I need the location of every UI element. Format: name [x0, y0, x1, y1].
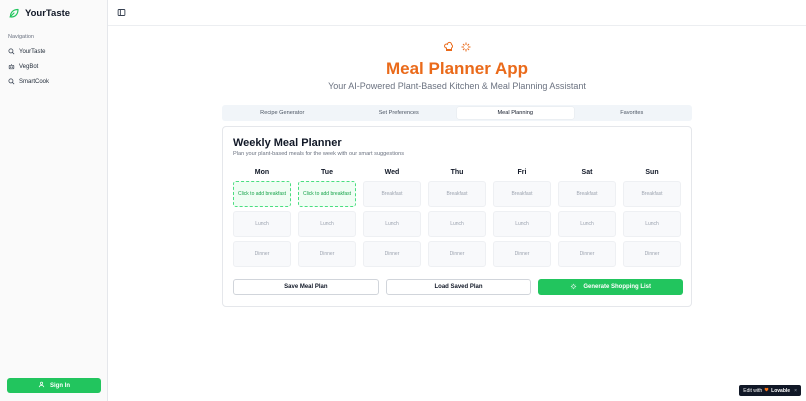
planner-actions: Save Meal Plan Load Saved Plan Generate …: [233, 279, 684, 295]
hero-icons: [108, 40, 806, 58]
meal-slot[interactable]: Breakfast: [428, 181, 486, 207]
heart-icon: [764, 387, 769, 394]
meal-slot[interactable]: Breakfast: [363, 181, 421, 207]
meal-slot[interactable]: Breakfast: [493, 181, 551, 207]
meal-slot[interactable]: Dinner: [363, 241, 421, 267]
tab-favorites[interactable]: Favorites: [574, 107, 691, 119]
meal-slot[interactable]: Dinner: [558, 241, 616, 267]
sidebar-item-label: VegBot: [19, 63, 39, 70]
load-saved-plan-button[interactable]: Load Saved Plan: [385, 279, 532, 295]
meal-slot[interactable]: Dinner: [428, 241, 486, 267]
brand-name: YourTaste: [25, 7, 71, 19]
day-header: Mon: [254, 169, 270, 176]
sidebar-item-label: YourTaste: [19, 48, 46, 55]
meal-slot[interactable]: Dinner: [623, 241, 681, 267]
sparkles-icon: [460, 40, 472, 58]
tab-set-preferences[interactable]: Set Preferences: [341, 107, 458, 119]
nav-list: YourTaste VegBot SmartCook: [0, 44, 107, 89]
tab-recipe-generator[interactable]: Recipe Generator: [224, 107, 341, 119]
day-header: Tue: [321, 169, 333, 176]
meal-slot[interactable]: Lunch: [298, 211, 356, 237]
bot-icon: [8, 63, 15, 70]
meal-slot[interactable]: Breakfast: [558, 181, 616, 207]
generate-label: Generate Shopping List: [583, 284, 652, 290]
meal-slot[interactable]: Click to add breakfast: [298, 181, 356, 207]
search-icon: [8, 48, 15, 55]
badge-brand: Lovable: [771, 387, 791, 394]
meal-slot[interactable]: Breakfast: [623, 181, 681, 207]
meal-slot[interactable]: Dinner: [298, 241, 356, 267]
nav-heading: Navigation: [8, 34, 34, 40]
save-meal-plan-button[interactable]: Save Meal Plan: [233, 279, 379, 295]
sign-in-label: Sign In: [50, 382, 70, 389]
planner-title: Weekly Meal Planner: [233, 137, 342, 149]
page-subtitle: Your AI-Powered Plant-Based Kitchen & Me…: [328, 81, 586, 91]
sidebar-toggle-icon[interactable]: [117, 8, 126, 17]
planner-description: Plan your plant-based meals for the week…: [233, 151, 405, 157]
meal-slot[interactable]: Lunch: [233, 211, 291, 237]
day-header: Sun: [645, 169, 659, 176]
day-header: Thu: [450, 169, 464, 176]
meal-slot[interactable]: Lunch: [493, 211, 551, 237]
meal-planner-card: Weekly Meal Planner Plan your plant-base…: [222, 126, 692, 307]
lovable-badge[interactable]: Edit with Lovable ×: [739, 385, 801, 396]
chef-hat-icon: [443, 40, 455, 58]
meal-slot[interactable]: Lunch: [363, 211, 421, 237]
leaf-icon: [8, 7, 20, 19]
day-header: Sat: [581, 169, 593, 176]
badge-prefix: Edit with: [743, 387, 763, 394]
meal-slot[interactable]: Click to add breakfast: [233, 181, 291, 207]
user-icon: [38, 381, 45, 390]
day-header: Fri: [517, 169, 527, 176]
sidebar-item-label: SmartCook: [19, 78, 50, 85]
sidebar-item-yourtaste[interactable]: YourTaste: [0, 44, 107, 59]
week-grid: Mon Tue Wed Thu Fri Sat Sun Click to add…: [233, 167, 683, 271]
app-root: YourTaste Navigation YourTaste VegBot Sm: [0, 0, 806, 401]
meal-slot[interactable]: Lunch: [623, 211, 681, 237]
main-content: Meal Planner App Your AI-Powered Plant-B…: [108, 0, 806, 401]
meal-slot[interactable]: Dinner: [493, 241, 551, 267]
page-title: Meal Planner App: [385, 59, 528, 78]
sparkles-icon: [570, 283, 577, 292]
meal-slot[interactable]: Lunch: [558, 211, 616, 237]
tab-meal-planning[interactable]: Meal Planning: [457, 107, 574, 119]
sidebar: YourTaste Navigation YourTaste VegBot Sm: [0, 0, 108, 401]
topbar: [108, 0, 806, 26]
sign-in-button[interactable]: Sign In: [7, 378, 101, 393]
search-icon: [8, 78, 15, 85]
generate-shopping-list-button[interactable]: Generate Shopping List: [538, 279, 684, 295]
tab-bar: Recipe Generator Set Preferences Meal Pl…: [222, 105, 692, 121]
sidebar-item-smartcook[interactable]: SmartCook: [0, 74, 107, 89]
meal-slot[interactable]: Dinner: [233, 241, 291, 267]
day-header: Wed: [384, 169, 400, 176]
brand[interactable]: YourTaste: [0, 0, 107, 26]
sidebar-item-vegbot[interactable]: VegBot: [0, 59, 107, 74]
close-icon[interactable]: ×: [794, 388, 797, 394]
meal-slot[interactable]: Lunch: [428, 211, 486, 237]
